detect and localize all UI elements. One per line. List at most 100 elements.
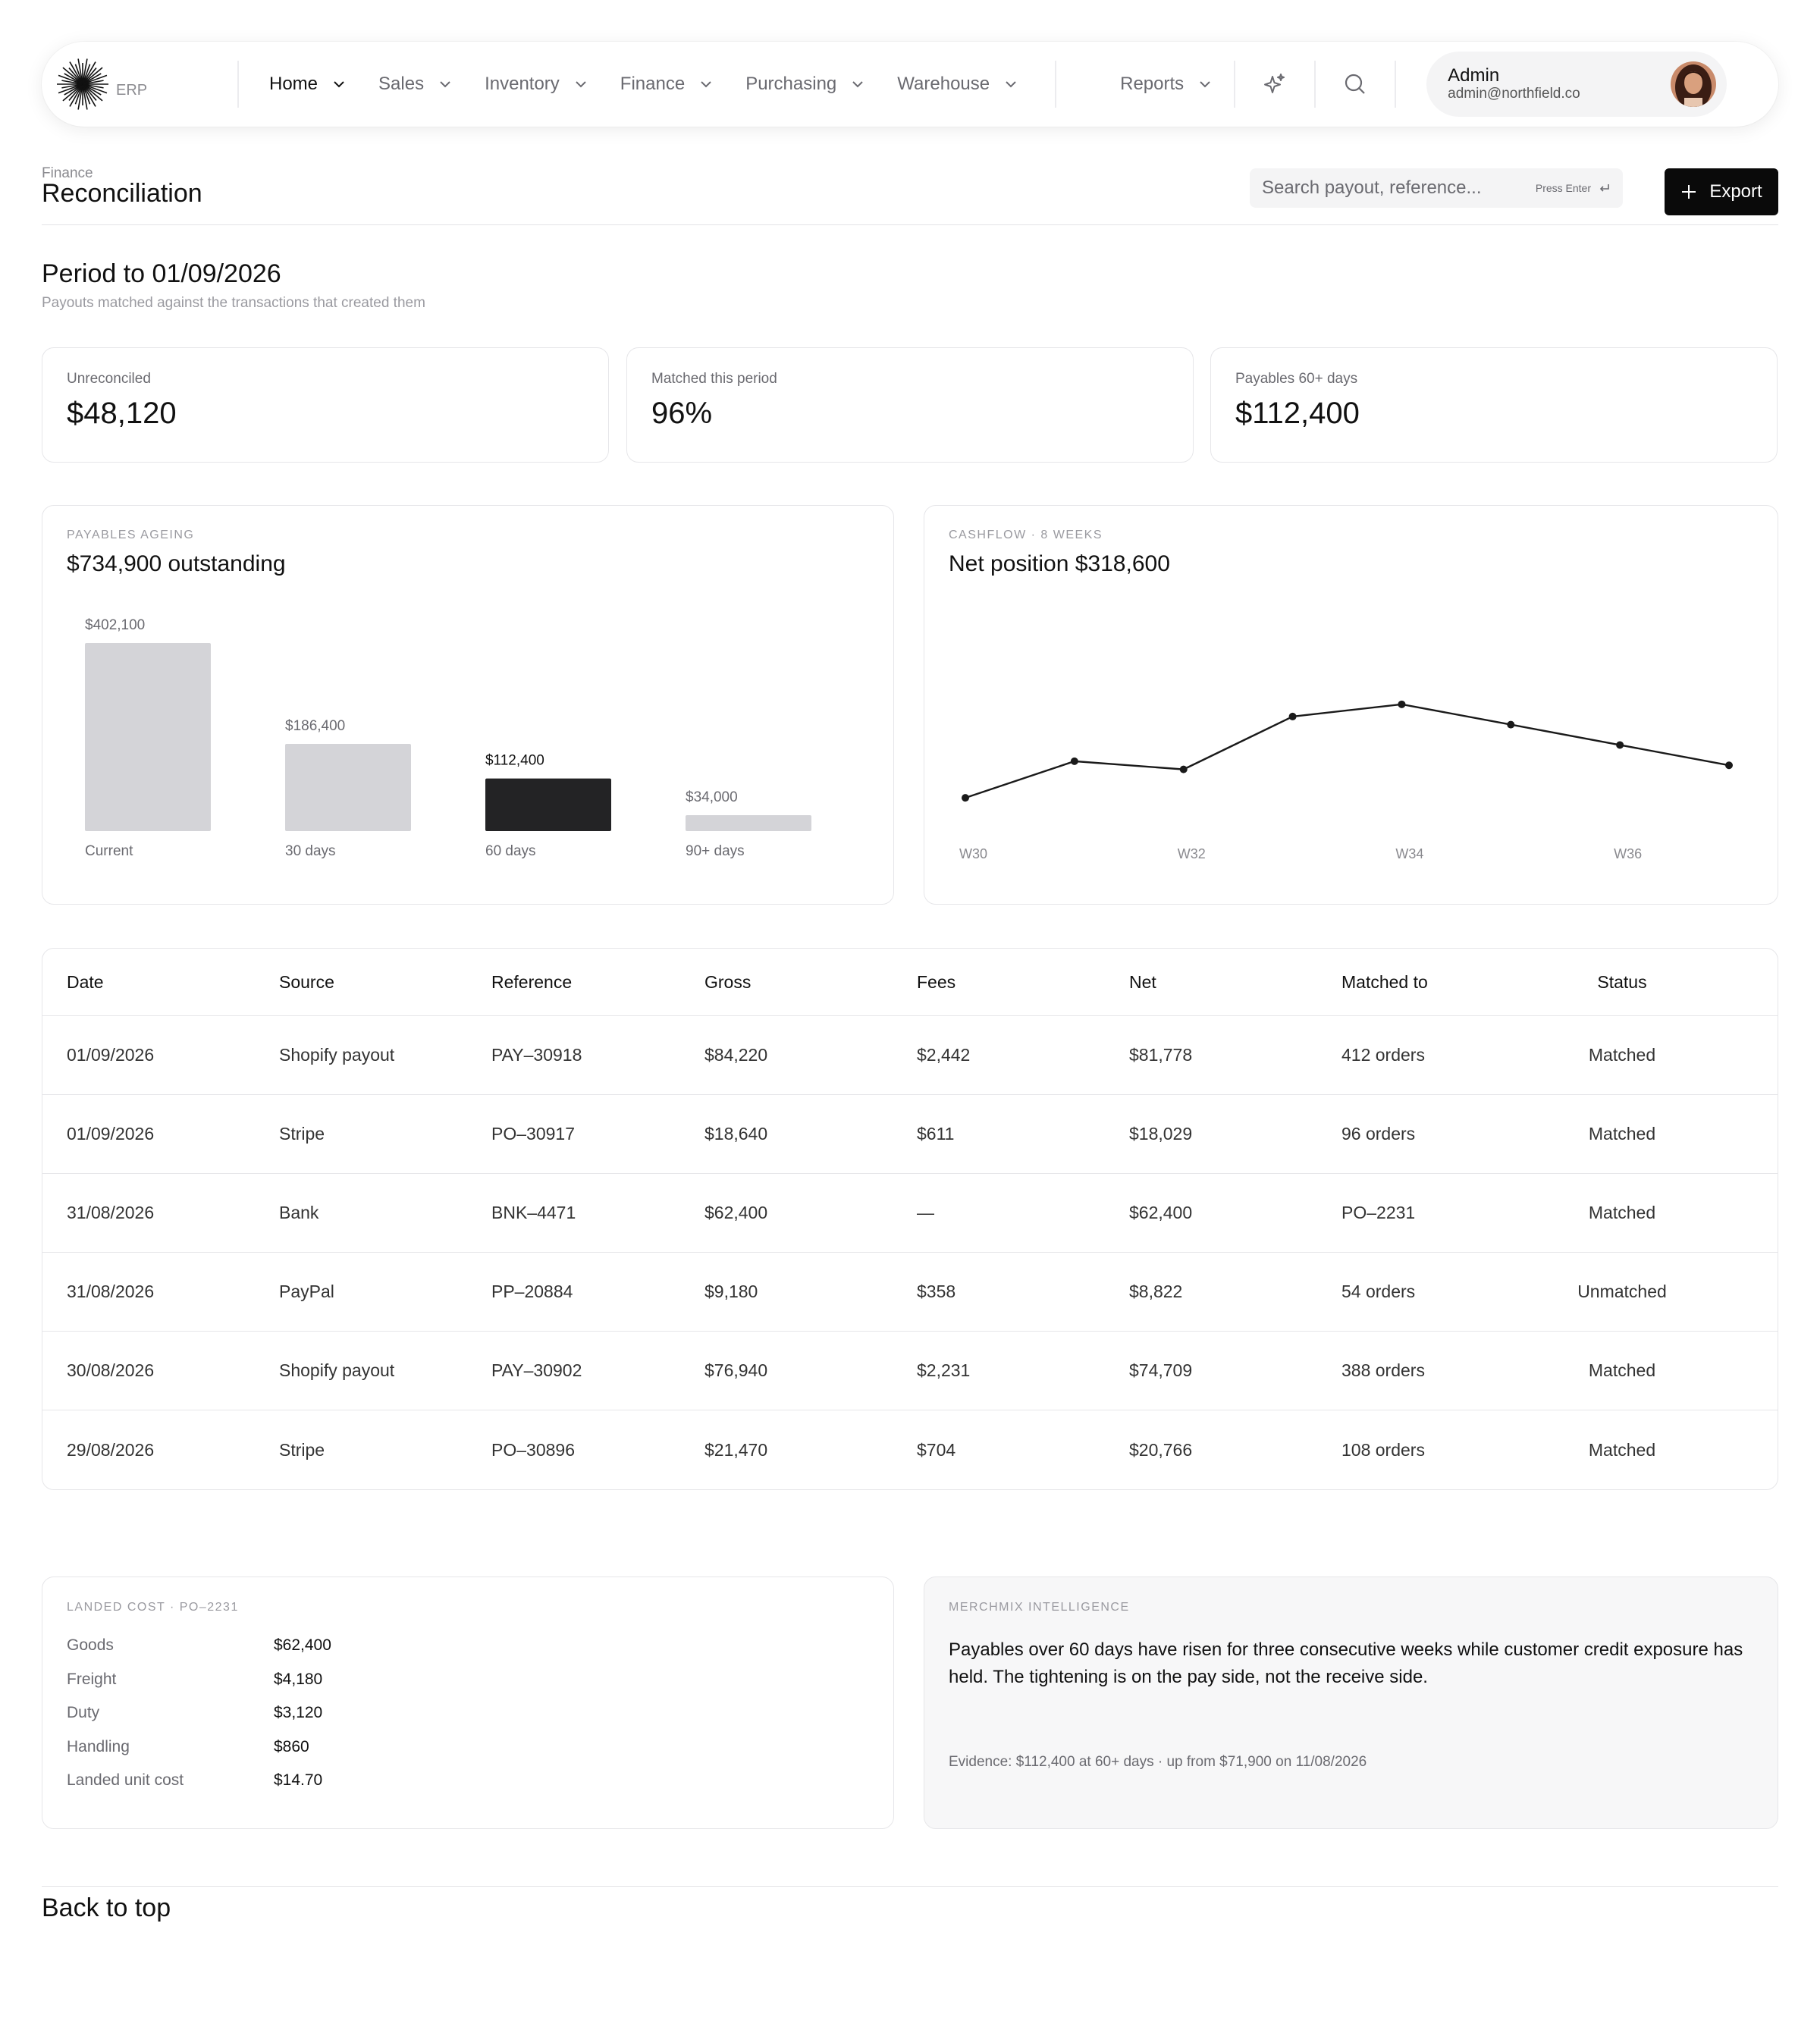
column-header-fees[interactable]: Fees	[917, 949, 956, 1015]
chevron-down-icon	[575, 80, 587, 88]
column-header-matched-to[interactable]: Matched to	[1341, 949, 1428, 1015]
table-cell: 412 orders	[1341, 1045, 1425, 1065]
plus-icon	[1680, 184, 1697, 200]
logo[interactable]: ERP	[55, 57, 237, 111]
table-row[interactable]: 31/08/2026 PayPal PP–20884 $9,180 $358 $8,822…	[42, 1253, 1778, 1332]
kpi-card-matched: Matched this period 96%	[626, 347, 1194, 463]
chevron-down-icon	[1199, 80, 1211, 88]
table-cell: $9,180	[704, 1282, 758, 1301]
status-cell: Matched	[1588, 1124, 1656, 1144]
bar-90-days	[686, 815, 811, 831]
table-cell: PO–30917	[491, 1124, 575, 1144]
x-tick-label: W34	[1395, 846, 1423, 861]
table-cell: $62,400	[704, 1203, 768, 1222]
bar-category-label: 60 days	[485, 843, 536, 859]
table-cell: 108 orders	[1341, 1439, 1425, 1460]
nav-item-label: Purchasing	[745, 74, 837, 94]
payables-ageing-chart: $402,100 Current $186,400 30 days $112,400 60…	[85, 617, 811, 859]
chevron-down-icon	[700, 80, 712, 88]
chevron-down-icon	[333, 80, 345, 88]
table-cell: $8,822	[1129, 1282, 1183, 1301]
table-cell: $74,709	[1129, 1360, 1193, 1380]
nav-item-warehouse[interactable]: Warehouse	[897, 74, 1017, 95]
nav-divider	[1395, 61, 1397, 108]
bar-value-label: $112,400	[485, 753, 544, 769]
user-profile[interactable]: Admin admin@northfield.co	[1426, 52, 1727, 117]
bar-30-days	[285, 744, 411, 831]
cashflow-point-w34	[1398, 700, 1406, 708]
avatar[interactable]	[1671, 61, 1717, 107]
column-header-gross[interactable]: Gross	[704, 949, 751, 1015]
table-row[interactable]: 30/08/2026 Shopify payout PAY–30902 $76,940…	[42, 1332, 1778, 1410]
back-to-top-link[interactable]: Back to top	[42, 1893, 171, 1923]
table-row[interactable]: 31/08/2026 Bank BNK–4471 $62,400 — $62,400 PO–…	[42, 1174, 1778, 1253]
table-row[interactable]: 29/08/2026 Stripe PO–30896 $21,470 $704 $20,7…	[42, 1410, 1778, 1489]
landed-cost-value: $860	[274, 1737, 309, 1755]
intelligence-evidence: Evidence: $112,400 at 60+ days · up from…	[949, 1754, 1367, 1770]
table-cell: PAY–30918	[491, 1045, 582, 1065]
footer-divider	[42, 1886, 1778, 1887]
table-row[interactable]: 01/09/2026 Shopify payout PAY–30918 $84,220…	[42, 1016, 1778, 1095]
status-cell: Matched	[1588, 1045, 1656, 1065]
nav-menu: Home Sales Inventory Finance Purchasing Wareh…	[239, 42, 1211, 127]
table-cell: $62,400	[1129, 1203, 1193, 1222]
table-header-row: Date Source Reference Gross Fees Net Matched t…	[42, 949, 1778, 1016]
table-cell: PO–2231	[1341, 1203, 1416, 1222]
cashflow-point-w32	[1179, 765, 1188, 773]
cashflow-series-line	[965, 703, 1730, 799]
profile-name: Admin	[1448, 65, 1500, 86]
table-cell: 01/09/2026	[67, 1124, 155, 1144]
landed-cost-label: Duty	[67, 1704, 100, 1721]
nav-item-label: Inventory	[485, 74, 560, 94]
kpi-value: $112,400	[1235, 397, 1360, 430]
intelligence-card: MERCHMIX INTELLIGENCE Payables over 60 d…	[924, 1577, 1778, 1829]
search-button[interactable]	[1316, 42, 1395, 127]
table-cell: PayPal	[279, 1282, 334, 1301]
search-input[interactable]: Search payout, reference... Press Enter	[1250, 168, 1623, 208]
table-cell: $20,766	[1129, 1439, 1193, 1460]
kpi-label: Payables 60+ days	[1235, 371, 1358, 387]
card-kicker: LANDED COST · PO–2231	[67, 1601, 239, 1614]
nav-item-finance[interactable]: Finance	[620, 74, 712, 95]
profile-email: admin@northfield.co	[1448, 86, 1580, 102]
starburst-logo-icon	[57, 58, 108, 110]
nav-item-inventory[interactable]: Inventory	[485, 74, 587, 95]
nav-item-home[interactable]: Home	[269, 74, 345, 95]
table-cell: $76,940	[704, 1360, 768, 1380]
table-row[interactable]: 01/09/2026 Stripe PO–30917 $18,640 $611 $18,0…	[42, 1095, 1778, 1174]
table-cell: 29/08/2026	[67, 1439, 155, 1460]
column-header-reference[interactable]: Reference	[491, 949, 572, 1015]
table-cell: Stripe	[279, 1124, 325, 1144]
table-cell: 388 orders	[1341, 1360, 1425, 1380]
intelligence-text: Payables over 60 days have risen for thr…	[949, 1639, 1743, 1687]
column-header-status[interactable]: Status	[1554, 949, 1690, 1015]
table-cell: $81,778	[1129, 1045, 1193, 1065]
page-title: Reconciliation	[42, 179, 202, 208]
kpi-value: $48,120	[67, 397, 177, 430]
nav-item-sales[interactable]: Sales	[378, 74, 451, 95]
landed-cost-label: Freight	[67, 1670, 117, 1688]
table-cell: $18,640	[704, 1124, 768, 1144]
chevron-down-icon	[439, 80, 451, 88]
nav-item-label: Reports	[1120, 74, 1185, 94]
table-cell: Bank	[279, 1203, 319, 1222]
nav-item-reports[interactable]: Reports	[1120, 74, 1211, 95]
export-button[interactable]: Export	[1665, 168, 1778, 215]
bar-value-label: $34,000	[686, 789, 738, 805]
cashflow-chart: W30 W32 W34 W36	[959, 700, 1733, 861]
bar-category-label: 30 days	[285, 843, 336, 859]
kpi-label: Matched this period	[651, 371, 777, 387]
cashflow-point-w30	[962, 794, 969, 802]
bar-value-label: $402,100	[85, 617, 145, 633]
cashflow-point-w37	[1725, 761, 1733, 770]
column-header-source[interactable]: Source	[279, 949, 334, 1015]
bar-value-label: $186,400	[285, 718, 345, 734]
nav-item-purchasing[interactable]: Purchasing	[745, 74, 864, 95]
column-header-net[interactable]: Net	[1129, 949, 1156, 1015]
cashflow-card: CASHFLOW · 8 WEEKS Net position $318,600…	[924, 505, 1778, 905]
column-header-date[interactable]: Date	[67, 949, 104, 1015]
ai-assistant-button[interactable]	[1235, 42, 1314, 127]
bar-category-label: 90+ days	[686, 843, 745, 859]
chevron-down-icon	[852, 80, 864, 88]
search-icon	[1345, 74, 1365, 94]
